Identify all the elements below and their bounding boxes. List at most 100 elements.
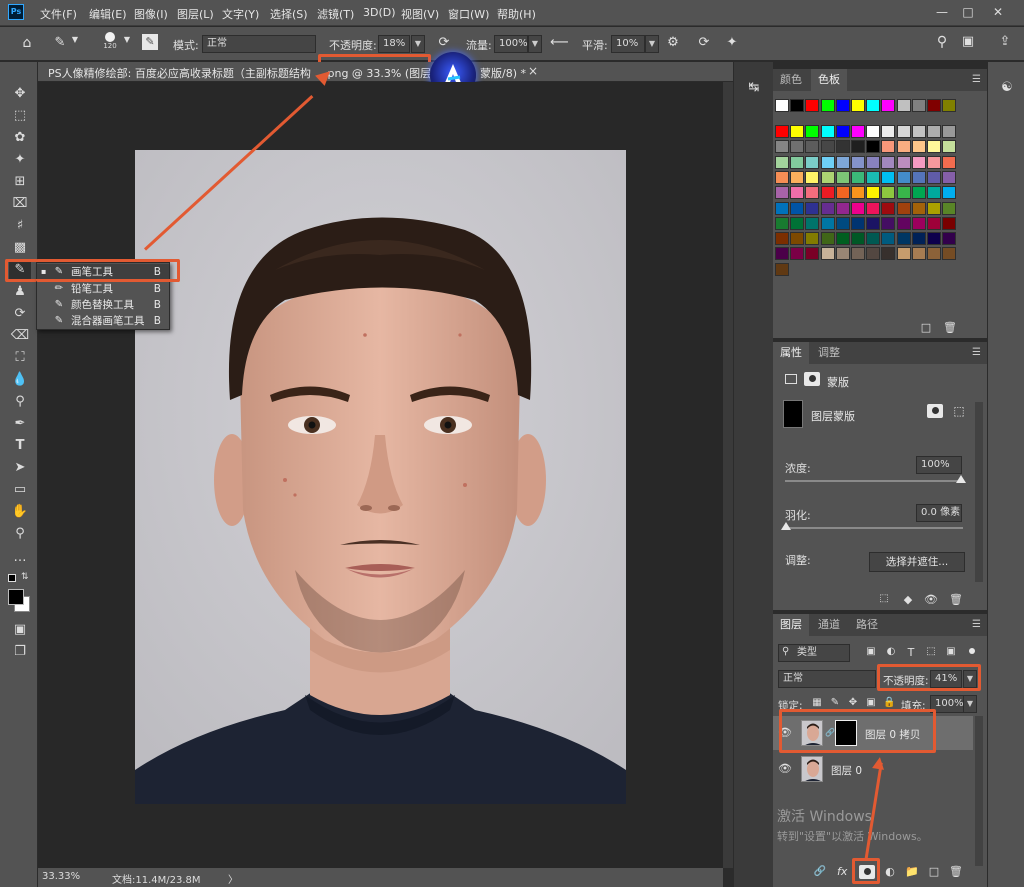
shape-filter-icon[interactable]: ⬚	[925, 646, 937, 657]
color-swatch[interactable]	[866, 232, 881, 246]
color-swatch[interactable]	[835, 232, 850, 246]
tab-paths[interactable]: 路径	[849, 614, 885, 636]
panel-menu-icon[interactable]: ☰	[972, 74, 981, 85]
workspace-icon[interactable]: ▣	[960, 34, 976, 49]
color-swatch[interactable]	[911, 99, 926, 112]
layer-name[interactable]: 图层 0	[831, 763, 862, 778]
mask-link-icon[interactable]: 🔗	[825, 728, 835, 737]
color-swatch[interactable]	[881, 247, 896, 261]
density-slider-knob[interactable]	[956, 475, 966, 483]
color-swatch[interactable]	[820, 216, 835, 230]
layer-opacity-input[interactable]: 41%	[930, 670, 962, 688]
color-swatch[interactable]	[881, 201, 896, 215]
history-panel-icon[interactable]: ↹	[746, 80, 762, 95]
density-slider[interactable]	[785, 480, 963, 482]
color-swatch[interactable]	[820, 155, 835, 169]
apply-mask-icon[interactable]: ◆	[901, 593, 915, 606]
color-swatch[interactable]	[820, 99, 835, 112]
layer-name[interactable]: 图层 0 拷贝	[865, 727, 920, 742]
color-swatch[interactable]	[896, 155, 911, 169]
color-swatch[interactable]	[851, 247, 865, 261]
paint-bucket-tool-icon[interactable]: ⛶	[9, 348, 31, 368]
color-swatch[interactable]	[896, 186, 911, 200]
color-swatch[interactable]	[790, 140, 805, 154]
color-swatch[interactable]	[790, 216, 805, 230]
brush-size-picker[interactable]: 120	[98, 31, 122, 55]
fill-input[interactable]: 100%	[930, 695, 964, 713]
color-swatch[interactable]	[851, 232, 865, 246]
vertical-scrollbar[interactable]	[723, 82, 733, 868]
color-swatch[interactable]	[775, 186, 789, 200]
minimize-icon[interactable]: —	[932, 3, 952, 21]
color-swatch[interactable]	[805, 125, 820, 138]
color-swatch[interactable]	[820, 201, 835, 215]
pressure-opacity-icon[interactable]: ⟳	[436, 35, 452, 50]
color-swatch[interactable]	[790, 201, 805, 215]
dodge-tool-icon[interactable]: ⚲	[9, 392, 31, 412]
home-icon[interactable]: ⌂	[18, 35, 36, 51]
menu-window[interactable]: 窗口(W)	[448, 6, 489, 22]
color-swatch[interactable]	[911, 155, 926, 169]
share-icon[interactable]: ⇪	[997, 34, 1013, 49]
chevron-down-icon[interactable]: ▼	[70, 35, 80, 44]
color-swatch[interactable]	[927, 170, 941, 184]
color-swatch[interactable]	[927, 201, 941, 215]
feather-slider-knob[interactable]	[781, 522, 791, 530]
brush-tool-icon[interactable]: ✎	[9, 260, 31, 280]
color-swatch[interactable]	[896, 170, 911, 184]
quick-mask-icon[interactable]: ▣	[9, 620, 31, 640]
flyout-item-color-replace[interactable]: ✎ 颜色替换工具 B	[37, 297, 169, 313]
opacity-input[interactable]: 18%	[378, 35, 410, 53]
color-swatch[interactable]	[942, 125, 957, 138]
lock-artboard-icon[interactable]: ▣	[865, 697, 877, 708]
color-swatch[interactable]	[927, 216, 941, 230]
lock-all-icon[interactable]: 🔒	[883, 697, 895, 708]
fill-dropdown[interactable]: ▼	[963, 695, 977, 713]
color-swatch[interactable]	[881, 170, 896, 184]
pixel-filter-icon[interactable]: ▣	[865, 646, 877, 657]
crop-tool-icon[interactable]: ⊞	[9, 172, 31, 192]
color-swatch[interactable]	[896, 140, 911, 154]
shape-tool-icon[interactable]: ▭	[9, 480, 31, 500]
color-swatch[interactable]	[790, 232, 805, 246]
type-tool-icon[interactable]: T	[9, 436, 31, 456]
color-swatch[interactable]	[896, 247, 911, 261]
layer-opacity-dropdown[interactable]: ▼	[963, 670, 977, 688]
menu-select[interactable]: 选择(S)	[270, 6, 308, 22]
color-swatch[interactable]	[896, 125, 911, 138]
airbrush-icon[interactable]: ⟵	[550, 35, 569, 50]
stamp-tool-icon[interactable]: ♟	[9, 282, 31, 302]
color-swatch[interactable]	[942, 232, 957, 246]
smooth-dropdown[interactable]: ▼	[645, 35, 659, 53]
close-window-icon[interactable]: ✕	[988, 3, 1008, 21]
eraser-tool-icon[interactable]: ⌫	[9, 326, 31, 346]
color-swatch[interactable]	[790, 155, 805, 169]
visibility-eye-icon[interactable]: 👁	[778, 726, 792, 739]
color-swatch[interactable]	[927, 125, 941, 138]
filter-toggle-icon[interactable]	[969, 648, 975, 654]
color-swatch[interactable]	[835, 140, 850, 154]
color-swatch[interactable]	[896, 99, 911, 112]
foreground-color-swatch[interactable]	[8, 589, 24, 605]
color-swatch[interactable]	[835, 216, 850, 230]
healing-tool-icon[interactable]: ▩	[9, 238, 31, 258]
color-swatch[interactable]	[927, 232, 941, 246]
color-swatch[interactable]	[775, 155, 789, 169]
color-swatch[interactable]	[805, 140, 820, 154]
color-swatch[interactable]	[927, 186, 941, 200]
color-swatch[interactable]	[911, 232, 926, 246]
color-swatch[interactable]	[881, 155, 896, 169]
path-select-tool-icon[interactable]: ➤	[9, 458, 31, 478]
delete-mask-icon[interactable]: 🗑	[949, 593, 963, 606]
brush-panel-icon[interactable]: ✎	[142, 34, 158, 50]
color-swatch[interactable]	[866, 201, 881, 215]
color-swatch[interactable]	[911, 216, 926, 230]
flyout-item-pencil[interactable]: ✏ 铅笔工具 B	[37, 281, 169, 297]
color-swatch[interactable]	[851, 155, 865, 169]
color-swatch[interactable]	[775, 99, 789, 112]
brush-preset-icon[interactable]: ✎	[52, 35, 68, 50]
color-swatch[interactable]	[775, 125, 789, 138]
panel-menu-icon[interactable]: ☰	[972, 619, 981, 630]
link-layers-icon[interactable]: 🔗	[813, 866, 827, 877]
lasso-tool-icon[interactable]: ✿	[9, 128, 31, 148]
